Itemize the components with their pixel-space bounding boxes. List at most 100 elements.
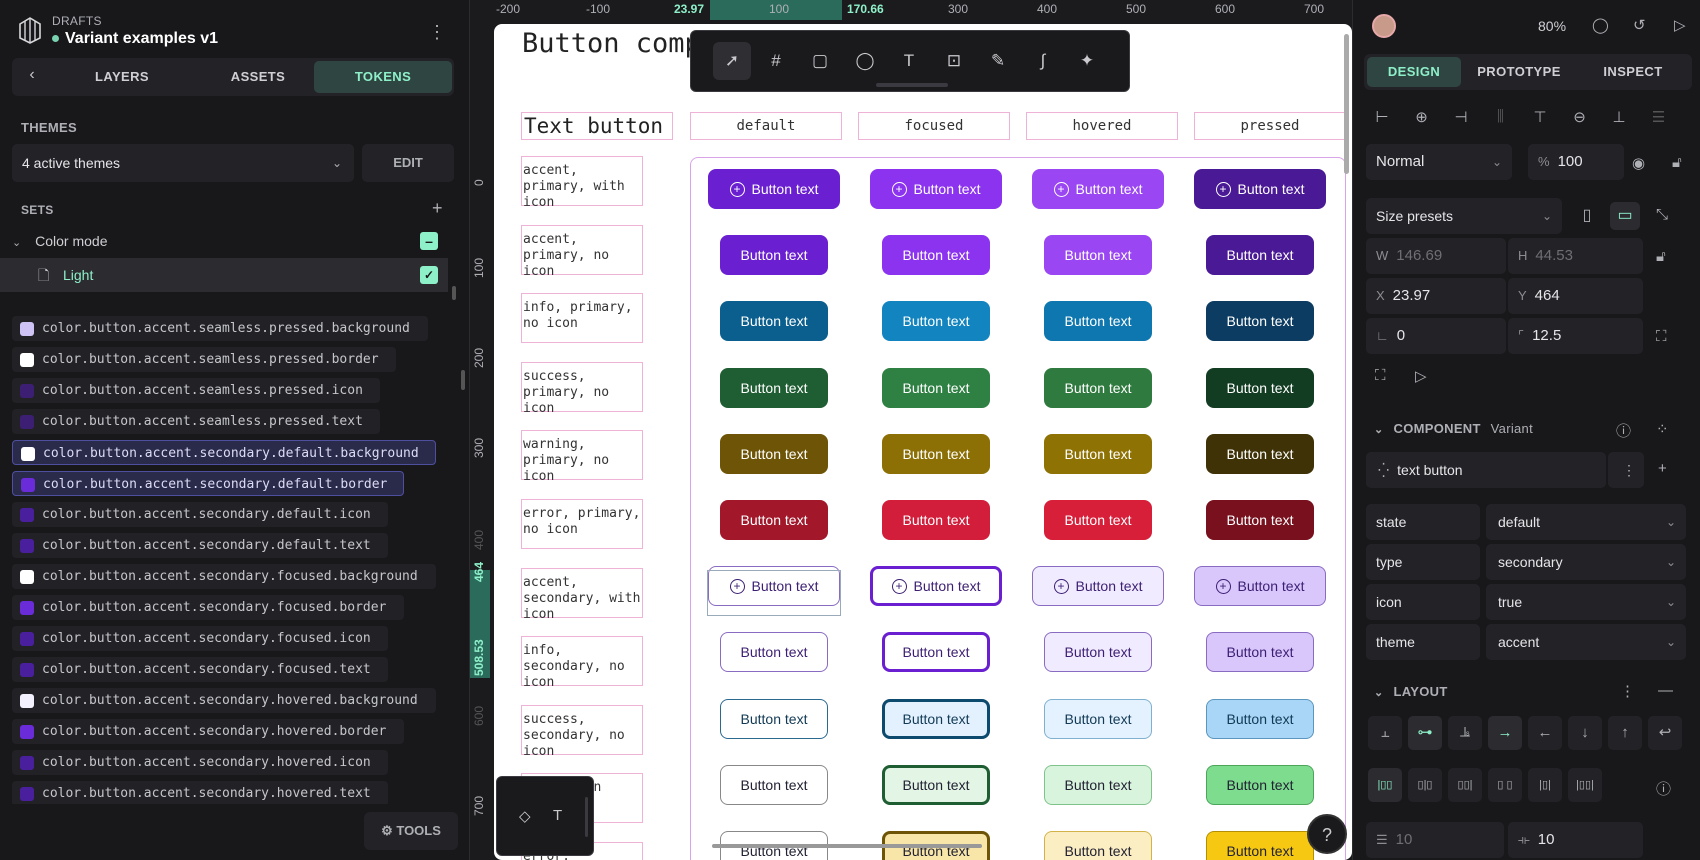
direction-column-icon[interactable]: ↓	[1568, 716, 1602, 750]
plugins-tool-icon[interactable]: ✦	[1068, 42, 1106, 80]
fonts-icon[interactable]: ◇	[519, 807, 531, 825]
show-in-view-mode-icon[interactable]: ▷	[1415, 367, 1427, 385]
file-name[interactable]: Variant examples v1	[52, 30, 218, 48]
variant-button[interactable]: Button text	[1206, 764, 1314, 805]
row-gap-field[interactable]: ☰ 10	[1366, 822, 1504, 858]
direction-column-reverse-icon[interactable]: ↑	[1608, 716, 1642, 750]
visibility-eye-icon[interactable]: ◉	[1632, 154, 1645, 172]
distribute-h-icon[interactable]: ⫼	[1491, 108, 1511, 125]
layout-section-header[interactable]: ⌄ LAYOUT	[1374, 684, 1448, 699]
comments-icon[interactable]: ◯	[1592, 16, 1609, 34]
justify-space-around-icon[interactable]: |▯|	[1528, 768, 1562, 802]
play-icon[interactable]: ▷	[1674, 16, 1686, 34]
sets-scrollbar[interactable]	[452, 286, 456, 300]
height-field[interactable]: H 44.53	[1508, 238, 1643, 274]
justify-center-icon[interactable]: ▯|▯	[1408, 768, 1442, 802]
size-presets-select[interactable]: Size presets ⌄	[1366, 198, 1562, 234]
board-frame[interactable]: Button comp Text button default focused ho…	[494, 24, 1352, 860]
variant-button[interactable]: + Button text	[870, 566, 1002, 607]
token-item[interactable]: color.button.accent.secondary.hovered.ic…	[12, 750, 388, 775]
help-circle-icon[interactable]: ⓘ	[1616, 420, 1631, 441]
tab-tokens[interactable]: TOKENS	[314, 61, 452, 93]
back-chevron-icon[interactable]: ‹	[18, 66, 46, 88]
component-menu-icon[interactable]: ⁘	[1656, 420, 1669, 438]
partial-checkbox-icon[interactable]: –	[420, 232, 438, 250]
history-icon[interactable]: ↺	[1633, 16, 1646, 34]
align-right-icon[interactable]: ⊣	[1451, 108, 1471, 126]
variant-button[interactable]: Button text	[1044, 433, 1152, 474]
variant-button[interactable]: + Button text	[1032, 566, 1164, 607]
align-v-center-icon[interactable]: ⊖	[1570, 108, 1590, 126]
set-item-light[interactable]: 🗋 Light ✓	[0, 258, 448, 292]
typography-icon[interactable]: T	[553, 807, 562, 824]
property-value-select[interactable]: default ⌄	[1486, 504, 1686, 540]
tab-inspect[interactable]: INSPECT	[1578, 57, 1688, 87]
align-items-end-icon[interactable]: ⫡	[1448, 716, 1482, 750]
token-item[interactable]: color.button.accent.secondary.default.te…	[12, 533, 388, 558]
token-item[interactable]: color.button.accent.secondary.focused.ic…	[12, 626, 388, 651]
variant-button[interactable]: + Button text	[870, 169, 1002, 209]
distribute-v-icon[interactable]: ☰	[1649, 108, 1669, 126]
token-item[interactable]: color.button.accent.secondary.focused.bo…	[12, 595, 404, 620]
token-item[interactable]: color.button.accent.seamless.pressed.bor…	[12, 347, 396, 372]
move-tool-icon[interactable]: ➚	[713, 42, 751, 80]
ellipse-tool-icon[interactable]: ◯	[846, 42, 884, 80]
tab-prototype[interactable]: PROTOTYPE	[1464, 57, 1574, 87]
canvas-v-scrollbar[interactable]	[1344, 34, 1349, 174]
variant-button[interactable]: Button text	[1206, 632, 1314, 673]
checked-checkbox-icon[interactable]: ✓	[420, 266, 438, 284]
width-field[interactable]: W 146.69	[1366, 238, 1506, 274]
token-item[interactable]: color.button.accent.secondary.default.bo…	[12, 471, 404, 496]
edit-themes-button[interactable]: EDIT	[362, 144, 454, 182]
token-item[interactable]: color.button.accent.secondary.focused.te…	[12, 657, 388, 682]
align-left-icon[interactable]: ⊢	[1372, 108, 1392, 126]
direction-row-icon[interactable]: →	[1488, 716, 1522, 750]
token-scrollbar[interactable]	[461, 370, 465, 390]
opacity-field[interactable]: % 100	[1528, 144, 1624, 180]
variant-button[interactable]: Button text	[720, 632, 828, 673]
wrap-icon[interactable]: ↩	[1648, 716, 1682, 750]
variant-button[interactable]: Button text	[1044, 235, 1152, 276]
variant-button[interactable]: Button text	[720, 500, 828, 540]
token-item[interactable]: color.button.accent.secondary.hovered.te…	[12, 781, 388, 804]
layout-options-icon[interactable]: ⋮	[1620, 682, 1635, 700]
themes-select[interactable]: 4 active themes ⌄	[12, 144, 354, 182]
proportion-lock-icon[interactable]: 🔓︎	[1656, 248, 1666, 265]
variant-button[interactable]: Button text	[1206, 698, 1314, 739]
variant-button[interactable]: Button text	[882, 698, 990, 739]
variant-button[interactable]: Button text	[1206, 500, 1314, 540]
help-circle-icon[interactable]: ⓘ	[1656, 778, 1671, 799]
add-property-icon[interactable]: +	[1658, 460, 1667, 477]
variant-button[interactable]: + Button text	[708, 169, 840, 209]
toolbar-handle[interactable]	[876, 83, 948, 87]
rectangle-tool-icon[interactable]: ▢	[801, 42, 839, 80]
variant-button[interactable]: Button text	[1044, 831, 1152, 860]
variant-button[interactable]: + Button text	[1194, 566, 1326, 607]
variant-button[interactable]: Button text	[1044, 367, 1152, 408]
token-item[interactable]: color.button.accent.seamless.pressed.ico…	[12, 378, 380, 403]
variant-button[interactable]: Button text	[1044, 500, 1152, 540]
lock-icon[interactable]: 🔓︎	[1672, 154, 1682, 171]
align-bottom-icon[interactable]: ⊥	[1609, 108, 1629, 126]
property-value-select[interactable]: secondary ⌄	[1486, 544, 1686, 580]
variant-button[interactable]: Button text	[1206, 301, 1314, 342]
path-tool-icon[interactable]: ∫	[1024, 42, 1062, 80]
variant-button[interactable]: Button text	[1206, 235, 1314, 276]
variant-button[interactable]: + Button text	[1194, 169, 1326, 209]
variant-button[interactable]: Button text	[882, 764, 990, 805]
component-name-row[interactable]: ⁛ text button	[1366, 452, 1606, 488]
tab-layers[interactable]: LAYERS	[54, 61, 190, 93]
align-top-icon[interactable]: ⊤	[1530, 108, 1550, 126]
palette-scrollbar[interactable]	[585, 797, 588, 837]
pencil-tool-icon[interactable]: ✎	[979, 42, 1017, 80]
variant-button[interactable]: Button text	[882, 632, 990, 673]
token-item[interactable]: color.button.accent.secondary.hovered.bo…	[12, 719, 404, 744]
variant-button[interactable]: + Button text	[708, 566, 840, 607]
add-set-icon[interactable]: +	[432, 198, 443, 219]
variant-button[interactable]: Button text	[1206, 831, 1314, 860]
token-item[interactable]: color.button.accent.secondary.default.ic…	[12, 502, 388, 527]
token-item[interactable]: color.button.accent.secondary.focused.ba…	[12, 564, 436, 589]
y-field[interactable]: Y 464	[1508, 278, 1643, 314]
token-item[interactable]: color.button.accent.seamless.pressed.tex…	[12, 409, 380, 434]
justify-end-icon[interactable]: ▯▯|	[1448, 768, 1482, 802]
